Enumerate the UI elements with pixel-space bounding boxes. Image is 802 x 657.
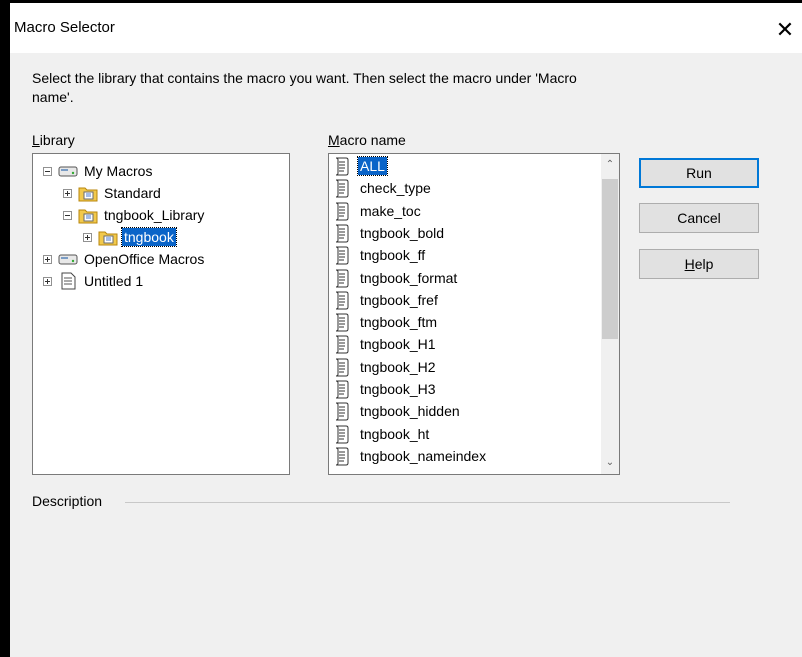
macro-item-label: tngbook_fref (360, 291, 438, 308)
scrollbar-thumb[interactable] (602, 179, 618, 339)
macro-script-icon (333, 446, 351, 466)
macro-container-icon (58, 162, 78, 180)
macro-script-icon (333, 223, 351, 243)
macro-item-label: tngbook_format (360, 269, 458, 286)
macro-list-item[interactable]: tngbook_format (333, 267, 459, 289)
description-separator (125, 502, 730, 503)
macro-item-label: make_toc (360, 202, 421, 219)
macro-list-item[interactable]: tngbook_H2 (333, 356, 438, 378)
library-node-label: Standard (104, 185, 161, 201)
instructions-text: Select the library that contains the mac… (32, 70, 577, 105)
title-bar: Macro Selector ✕ (10, 3, 802, 53)
macro-item-label: tngbook_ftm (360, 314, 438, 331)
collapse-icon[interactable] (63, 210, 72, 220)
macro-list-item[interactable]: tngbook_hidden (333, 400, 462, 422)
macro-list-item[interactable]: make_toc (333, 200, 423, 222)
macro-list-scrollbar[interactable]: ⌃ ⌄ (601, 154, 619, 474)
description-label: Description (32, 493, 103, 509)
document-icon (58, 272, 78, 290)
macro-list-item[interactable]: tngbook_fref (333, 289, 440, 311)
library-folder-icon (78, 184, 98, 202)
macro-container-icon (58, 250, 78, 268)
library-node[interactable]: OpenOffice Macros (43, 248, 206, 270)
macro-script-icon (333, 357, 351, 377)
macro-script-icon (333, 290, 351, 310)
macro-script-icon (333, 268, 351, 288)
expand-icon[interactable] (83, 232, 92, 242)
macro-item-label: tngbook_H2 (360, 358, 436, 375)
macro-script-icon (333, 379, 351, 399)
library-node[interactable]: tngbook (83, 226, 177, 248)
macro-list-item[interactable]: tngbook_H1 (333, 333, 438, 355)
collapse-icon[interactable] (43, 166, 52, 176)
library-node[interactable]: My Macros (43, 160, 154, 182)
macro-script-icon (333, 312, 351, 332)
scroll-down-icon[interactable]: ⌄ (601, 454, 619, 472)
macro-script-icon (333, 424, 351, 444)
macro-item-label: tngbook_H3 (360, 381, 436, 397)
macro-list-item[interactable]: tngbook_ff (333, 244, 427, 266)
module-folder-icon (98, 228, 118, 246)
library-node-label: tngbook_Library (104, 207, 205, 223)
macro-list-item[interactable]: ALL (333, 155, 388, 177)
macro-item-label: tngbook_bold (360, 224, 445, 241)
library-tree[interactable]: My Macros Standard tngbook_Librarytngbook O… (32, 153, 290, 475)
close-icon[interactable]: ✕ (768, 13, 802, 47)
scroll-up-icon[interactable]: ⌃ (601, 156, 619, 174)
library-node-label: Untitled 1 (84, 273, 144, 289)
macro-list[interactable]: ⌃ ⌄ ALL check_type make_toc tngbook_boldtng… (328, 153, 620, 475)
macro-list-item[interactable]: tngbook_H3 (333, 378, 438, 400)
macro-script-icon (333, 178, 351, 198)
macro-item-label: tngbook_ff (360, 247, 426, 264)
macro-item-label: tngbook_ht (360, 425, 430, 442)
macro-item-label: tngbook_nameindex (360, 447, 487, 464)
expand-icon[interactable] (63, 188, 72, 198)
library-node-label: OpenOffice Macros (84, 251, 205, 267)
macro-item-label: check_type (360, 180, 431, 197)
macro-list-item[interactable]: tngbook_bold (333, 222, 446, 244)
macro-item-label: tngbook_H1 (360, 336, 436, 353)
library-node[interactable]: Standard (63, 182, 163, 204)
macro-selector-dialog: Macro Selector ✕ Select the library that… (10, 3, 802, 657)
macro-item-label: ALL (357, 156, 388, 176)
expand-icon[interactable] (43, 276, 52, 286)
library-folder-icon (78, 206, 98, 224)
macro-script-icon (333, 334, 351, 354)
macro-list-item[interactable]: tngbook_ht (333, 423, 431, 445)
macro-script-icon (333, 245, 351, 265)
macro-list-item[interactable]: tngbook_nameindex (333, 445, 488, 467)
library-node-label: tngbook (121, 227, 177, 247)
library-node[interactable]: tngbook_Library (63, 204, 206, 226)
window-frame-left (0, 0, 10, 657)
help-button[interactable]: Help (639, 249, 759, 279)
window-title: Macro Selector (14, 19, 115, 36)
macro-name-label: Macro name (328, 132, 406, 148)
library-label: Library (32, 132, 75, 148)
macro-list-item[interactable]: tngbook_ftm (333, 311, 439, 333)
macro-item-label: tngbook_hidden (360, 403, 460, 420)
macro-list-item[interactable]: check_type (333, 177, 433, 199)
macro-script-icon (333, 156, 351, 176)
library-node[interactable]: Untitled 1 (43, 270, 145, 292)
macro-script-icon (333, 401, 351, 421)
macro-script-icon (333, 201, 351, 221)
cancel-button[interactable]: Cancel (639, 203, 759, 233)
run-button[interactable]: Run (639, 158, 759, 188)
library-node-label: My Macros (84, 163, 153, 179)
expand-icon[interactable] (43, 254, 52, 264)
